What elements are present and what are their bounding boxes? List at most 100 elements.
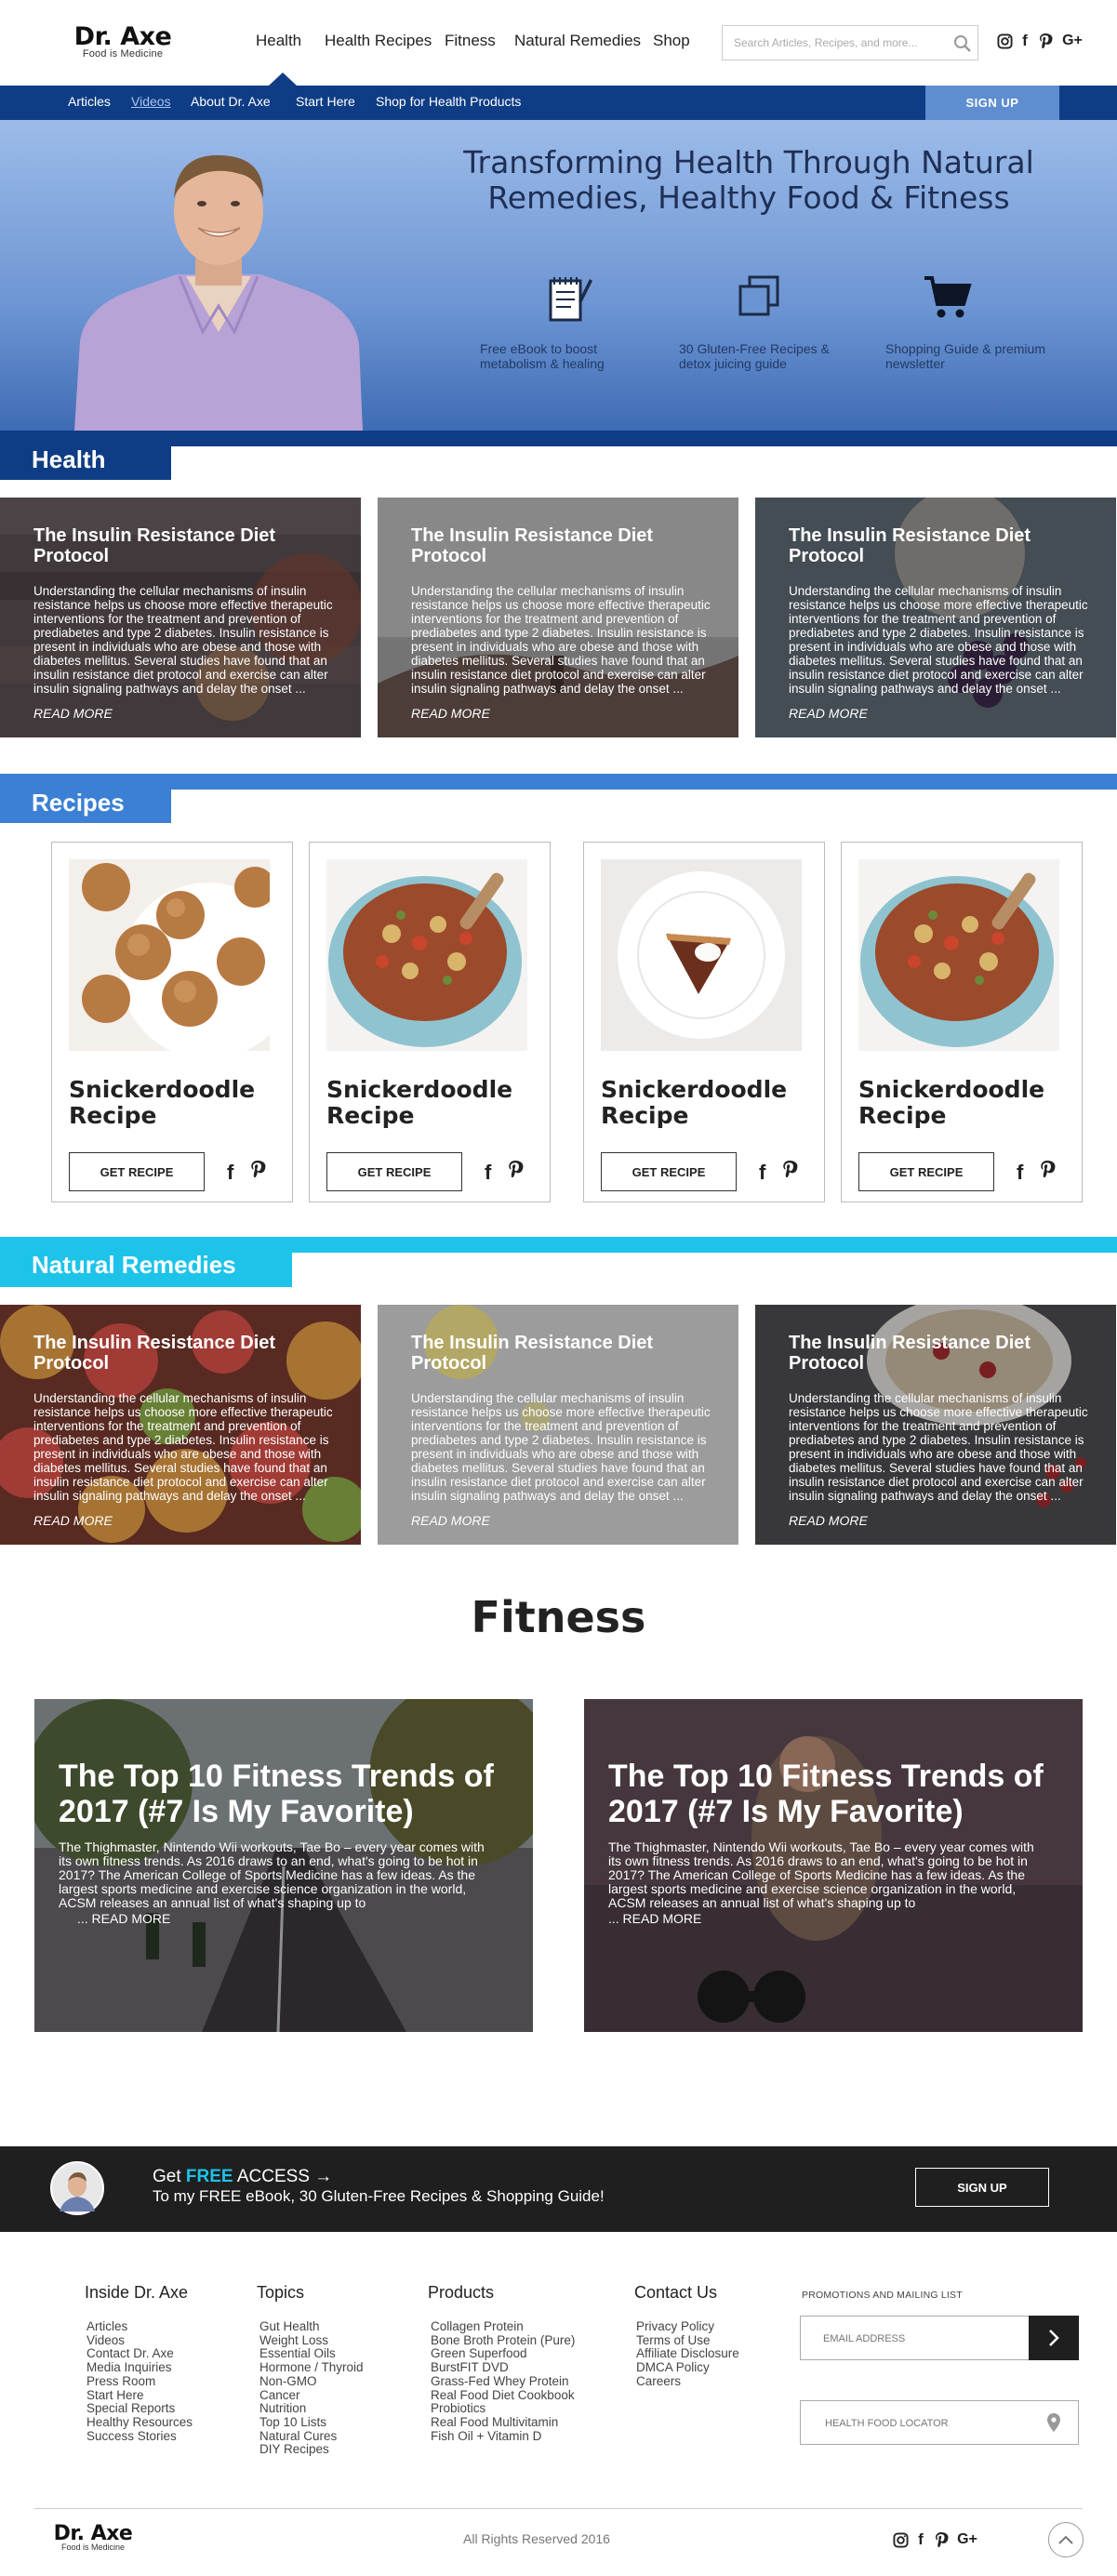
back-to-top-button[interactable] — [1048, 2522, 1084, 2557]
article-card[interactable]: The Insulin Resistance Diet Protocol Und… — [755, 498, 1116, 737]
footer-link[interactable]: Nutrition — [259, 2402, 364, 2416]
footer-link[interactable]: Real Food Multivitamin — [431, 2415, 575, 2430]
search-input[interactable] — [734, 33, 948, 52]
article-card[interactable]: The Insulin Resistance Diet Protocol Und… — [0, 498, 361, 737]
footer-link[interactable]: Natural Cures — [259, 2429, 364, 2444]
nav-natural-remedies[interactable]: Natural Remedies — [514, 32, 641, 50]
search-icon[interactable] — [953, 34, 972, 53]
facebook-icon[interactable]: f — [1017, 1161, 1023, 1185]
footer-link[interactable]: Terms of Use — [636, 2333, 739, 2348]
read-more-link[interactable]: READ MORE — [33, 706, 113, 721]
footer-link[interactable]: Real Food Diet Cookbook — [431, 2388, 575, 2403]
article-card[interactable]: The Insulin Resistance Diet Protocol Und… — [378, 1305, 738, 1545]
footer-link[interactable]: Weight Loss — [259, 2333, 364, 2348]
google-plus-icon[interactable]: G+ — [1058, 30, 1086, 52]
nav-fitness[interactable]: Fitness — [445, 32, 496, 50]
footer-link[interactable]: Start Here — [86, 2388, 193, 2403]
subnav-start-here[interactable]: Start Here — [296, 94, 355, 109]
article-card[interactable]: The Insulin Resistance Diet Protocol Und… — [0, 1305, 361, 1545]
footer-link[interactable]: Careers — [636, 2374, 739, 2389]
article-card[interactable]: The Insulin Resistance Diet Protocol Und… — [378, 498, 738, 737]
pinterest-icon[interactable] — [249, 1159, 268, 1179]
footer-link[interactable]: Bone Broth Protein (Pure) — [431, 2333, 575, 2348]
chevron-right-icon — [1049, 2330, 1059, 2346]
cta-signup-button[interactable]: SIGN UP — [915, 2168, 1049, 2207]
footer-link[interactable]: Hormone / Thyroid — [259, 2360, 364, 2375]
pinterest-icon[interactable] — [931, 2529, 951, 2551]
read-more-link[interactable]: READ MORE — [411, 1513, 490, 1528]
read-more-link[interactable]: READ MORE — [411, 706, 490, 721]
footer-link[interactable]: Affiliate Disclosure — [636, 2347, 739, 2361]
get-recipe-button[interactable]: GET RECIPE — [858, 1152, 994, 1191]
article-card[interactable]: The Insulin Resistance Diet Protocol Und… — [755, 1305, 1116, 1545]
fitness-card[interactable]: The Top 10 Fitness Trends of 2017 (#7 Is… — [34, 1699, 533, 2032]
subnav-videos[interactable]: Videos — [131, 94, 171, 109]
fitness-title: The Top 10 Fitness Trends of 2017 (#7 Is… — [608, 1759, 1044, 1829]
footer-link[interactable]: Videos — [86, 2333, 193, 2348]
footer-link[interactable]: Privacy Policy — [636, 2319, 739, 2334]
facebook-icon[interactable]: f — [227, 1161, 233, 1185]
google-plus-icon[interactable]: G+ — [953, 2529, 981, 2551]
pinterest-icon[interactable] — [507, 1159, 525, 1179]
nav-health-recipes[interactable]: Health Recipes — [325, 32, 432, 50]
get-recipe-button[interactable]: GET RECIPE — [326, 1152, 462, 1191]
footer-link[interactable]: Press Room — [86, 2374, 193, 2389]
instagram-icon[interactable] — [994, 30, 1015, 52]
footer-link[interactable]: Special Reports — [86, 2402, 193, 2416]
footer-link[interactable]: Gut Health — [259, 2319, 364, 2334]
footer-link[interactable]: Contact Dr. Axe — [86, 2347, 193, 2361]
recipe-image-cookies — [69, 859, 270, 1051]
footer-link[interactable]: Success Stories — [86, 2429, 193, 2444]
article-title: The Insulin Resistance Diet Protocol — [33, 1333, 276, 1374]
subnav-shop-products[interactable]: Shop for Health Products — [376, 94, 521, 109]
read-more-link[interactable]: ... READ MORE — [608, 1911, 701, 1926]
read-more-link[interactable]: READ MORE — [789, 706, 868, 721]
read-more-link[interactable]: ... READ MORE — [77, 1911, 170, 1926]
nav-shop[interactable]: Shop — [653, 32, 690, 50]
subnav-articles[interactable]: Articles — [68, 94, 111, 109]
footer-link[interactable]: Media Inquiries — [86, 2360, 193, 2375]
health-food-locator-input[interactable] — [825, 2415, 1030, 2432]
footer-logo[interactable]: Dr. Axe Food is Medicine — [48, 2522, 138, 2552]
section-label-recipes: Recipes — [0, 782, 171, 823]
recipe-card[interactable]: Snickerdoodle Recipe GET RECIPE f — [841, 842, 1083, 1202]
footer-link[interactable]: DIY Recipes — [259, 2443, 364, 2457]
pinterest-icon[interactable] — [1035, 30, 1056, 52]
signup-button[interactable]: SIGN UP — [925, 86, 1059, 120]
fitness-card[interactable]: The Top 10 Fitness Trends of 2017 (#7 Is… — [584, 1699, 1083, 2032]
nav-health[interactable]: Health — [256, 32, 301, 50]
footer-heading-contact: Contact Us — [634, 2283, 718, 2302]
footer-link[interactable]: Fish Oil + Vitamin D — [431, 2429, 575, 2444]
pinterest-icon[interactable] — [1039, 1159, 1057, 1179]
facebook-icon[interactable]: f — [1015, 30, 1035, 52]
pinterest-icon[interactable] — [781, 1159, 800, 1179]
facebook-icon[interactable]: f — [759, 1161, 765, 1185]
footer-link[interactable]: BurstFIT DVD — [431, 2360, 575, 2375]
get-recipe-button[interactable]: GET RECIPE — [601, 1152, 737, 1191]
footer-link[interactable]: Healthy Resources — [86, 2415, 193, 2430]
recipe-card[interactable]: Snickerdoodle Recipe GET RECIPE f — [583, 842, 825, 1202]
footer-link[interactable]: Top 10 Lists — [259, 2415, 364, 2430]
map-pin-icon[interactable] — [1046, 2412, 1061, 2433]
subnav-about[interactable]: About Dr. Axe — [191, 94, 271, 109]
footer-link[interactable]: Non-GMO — [259, 2374, 364, 2389]
email-input[interactable] — [823, 2330, 1018, 2347]
footer-link[interactable]: Green Superfood — [431, 2347, 575, 2361]
read-more-link[interactable]: READ MORE — [789, 1513, 868, 1528]
footer-link[interactable]: Probiotics — [431, 2402, 575, 2416]
footer-link[interactable]: Cancer — [259, 2388, 364, 2403]
footer-link[interactable]: Essential Oils — [259, 2347, 364, 2361]
footer-link[interactable]: Grass-Fed Whey Protein — [431, 2374, 575, 2389]
email-submit-button[interactable] — [1029, 2316, 1079, 2360]
footer-link[interactable]: DMCA Policy — [636, 2360, 739, 2375]
footer-link[interactable]: Collagen Protein — [431, 2319, 575, 2334]
footer-link[interactable]: Articles — [86, 2319, 193, 2334]
facebook-icon[interactable]: f — [485, 1161, 491, 1185]
recipe-card[interactable]: Snickerdoodle Recipe GET RECIPE f — [309, 842, 551, 1202]
get-recipe-button[interactable]: GET RECIPE — [69, 1152, 205, 1191]
logo[interactable]: Dr. Axe Food is Medicine — [67, 22, 179, 65]
facebook-icon[interactable]: f — [911, 2529, 931, 2551]
instagram-icon[interactable] — [890, 2529, 911, 2551]
recipe-card[interactable]: Snickerdoodle Recipe GET RECIPE f — [51, 842, 293, 1202]
read-more-link[interactable]: READ MORE — [33, 1513, 113, 1528]
